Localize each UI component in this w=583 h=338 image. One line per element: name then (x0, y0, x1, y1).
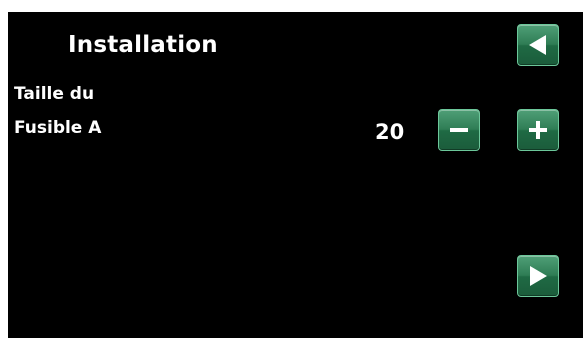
back-arrow-icon (529, 35, 546, 55)
back-button[interactable] (517, 24, 559, 66)
minus-icon (450, 128, 468, 132)
page-title: Installation (68, 32, 218, 58)
screen: Installation Taille du Fusible A 20 (8, 12, 583, 338)
plus-icon (529, 121, 547, 139)
decrease-button[interactable] (438, 109, 480, 151)
increase-button[interactable] (517, 109, 559, 151)
setting-value: 20 (375, 120, 405, 144)
next-button[interactable] (517, 255, 559, 297)
next-arrow-icon (530, 266, 547, 286)
setting-label-line1: Taille du (14, 84, 95, 104)
setting-label-line2: Fusible A (14, 118, 102, 138)
